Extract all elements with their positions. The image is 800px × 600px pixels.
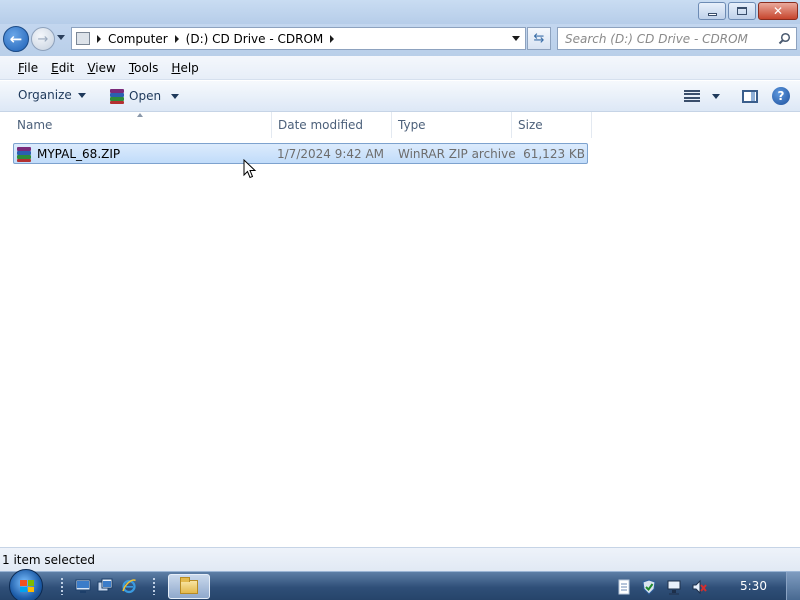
breadcrumb-computer[interactable]: Computer bbox=[108, 32, 168, 46]
menu-edit[interactable]: Edit bbox=[46, 61, 79, 75]
organize-label: Organize bbox=[18, 88, 72, 102]
menu-help[interactable]: Help bbox=[166, 61, 203, 75]
column-header-type[interactable]: Type bbox=[392, 112, 512, 138]
status-bar: 1 item selected bbox=[0, 547, 800, 571]
close-button[interactable]: ✕ bbox=[758, 2, 798, 20]
address-bar[interactable]: Computer (D:) CD Drive - CDROM bbox=[71, 27, 526, 50]
file-name-cell[interactable]: MYPAL_68.ZIP bbox=[16, 144, 120, 163]
drive-icon bbox=[76, 32, 90, 45]
column-header-size[interactable]: Size bbox=[512, 112, 592, 138]
switch-windows-icon[interactable] bbox=[97, 578, 113, 594]
start-button[interactable] bbox=[9, 569, 43, 600]
chevron-down-icon bbox=[77, 92, 86, 98]
refresh-icon: ⇆ bbox=[533, 31, 545, 46]
breadcrumb-chevron-icon[interactable] bbox=[97, 34, 101, 43]
title-bar: ✕ bbox=[0, 0, 800, 24]
file-type: WinRAR ZIP archive bbox=[398, 146, 516, 161]
minimize-button[interactable] bbox=[698, 2, 726, 20]
open-label: Open bbox=[129, 89, 162, 103]
menu-file[interactable]: File bbox=[13, 61, 43, 75]
breadcrumb-cd-drive[interactable]: (D:) CD Drive - CDROM bbox=[186, 32, 324, 46]
show-desktop-quicklaunch-icon[interactable] bbox=[75, 578, 91, 594]
menu-edit-mnemonic: E bbox=[51, 60, 59, 75]
help-icon[interactable]: ? bbox=[772, 87, 790, 105]
file-name: MYPAL_68.ZIP bbox=[37, 146, 121, 161]
minimize-icon bbox=[707, 12, 717, 16]
search-icon[interactable] bbox=[778, 32, 791, 45]
notepad-icon[interactable] bbox=[616, 579, 632, 595]
chevron-down-icon bbox=[712, 93, 720, 99]
back-arrow-icon: ← bbox=[9, 30, 23, 48]
organize-button[interactable]: Organize bbox=[18, 88, 86, 102]
details-view-icon bbox=[684, 90, 700, 102]
change-view-button[interactable] bbox=[684, 90, 720, 102]
column-header-name[interactable]: Name bbox=[11, 112, 272, 138]
mouse-cursor-icon bbox=[243, 159, 257, 179]
folder-icon bbox=[180, 576, 198, 594]
winrar-archive-icon bbox=[16, 146, 32, 162]
menu-view-label: iew bbox=[95, 60, 116, 75]
forward-button[interactable]: → bbox=[31, 27, 55, 51]
forward-arrow-icon: → bbox=[37, 31, 49, 47]
security-shield-icon[interactable] bbox=[641, 578, 657, 595]
view-controls: ? bbox=[684, 87, 790, 105]
preview-pane-icon[interactable] bbox=[742, 89, 758, 103]
taskbar-grip[interactable] bbox=[152, 577, 156, 595]
menu-view[interactable]: View bbox=[82, 61, 120, 75]
taskbar: 5:30 bbox=[0, 569, 800, 600]
open-button[interactable]: Open bbox=[109, 88, 180, 104]
address-dropdown-icon[interactable] bbox=[512, 36, 520, 41]
breadcrumb-chevron-icon[interactable] bbox=[174, 34, 179, 43]
menu-bar: File Edit View Tools Help bbox=[0, 56, 800, 80]
taskbar-grip[interactable] bbox=[60, 577, 64, 595]
menu-tools[interactable]: Tools bbox=[124, 61, 164, 75]
close-icon: ✕ bbox=[772, 4, 784, 18]
window-controls: ✕ bbox=[698, 2, 798, 20]
command-bar: Organize Open ? bbox=[0, 81, 800, 112]
search-input[interactable] bbox=[565, 31, 775, 46]
winrar-icon bbox=[109, 88, 125, 104]
search-box[interactable] bbox=[557, 27, 797, 50]
menu-edit-label: dit bbox=[58, 60, 75, 75]
navigation-bar: ← → Computer (D:) CD Drive - CDROM ⇆ bbox=[0, 24, 800, 56]
status-text: 1 item selected bbox=[2, 552, 96, 567]
restore-icon bbox=[737, 7, 747, 15]
menu-file-label: ile bbox=[24, 60, 39, 75]
menu-tools-label: ools bbox=[134, 60, 159, 75]
restore-button[interactable] bbox=[728, 2, 756, 20]
volume-muted-icon[interactable] bbox=[691, 579, 707, 595]
back-button[interactable]: ← bbox=[3, 26, 29, 52]
file-size: 61,123 KB bbox=[523, 146, 585, 161]
windows-logo-icon bbox=[20, 580, 34, 592]
taskbar-explorer-window[interactable] bbox=[168, 574, 210, 599]
column-headers: Name Date modified Type Size bbox=[0, 112, 800, 138]
internet-explorer-icon[interactable] bbox=[121, 578, 137, 594]
file-date-modified: 1/7/2024 9:42 AM bbox=[277, 146, 385, 161]
recent-pages-dropdown[interactable] bbox=[57, 35, 65, 40]
file-row[interactable]: MYPAL_68.ZIP 1/7/2024 9:42 AM WinRAR ZIP… bbox=[13, 143, 588, 164]
menu-help-label: elp bbox=[180, 60, 199, 75]
system-tray bbox=[616, 572, 707, 600]
breadcrumb-chevron-icon[interactable] bbox=[330, 34, 335, 43]
column-header-date-modified[interactable]: Date modified bbox=[272, 112, 392, 138]
show-desktop-button[interactable] bbox=[786, 572, 800, 600]
refresh-button[interactable]: ⇆ bbox=[527, 27, 551, 50]
chevron-down-icon[interactable] bbox=[171, 93, 180, 99]
clock[interactable]: 5:30 bbox=[740, 579, 767, 593]
network-icon[interactable] bbox=[666, 579, 682, 595]
